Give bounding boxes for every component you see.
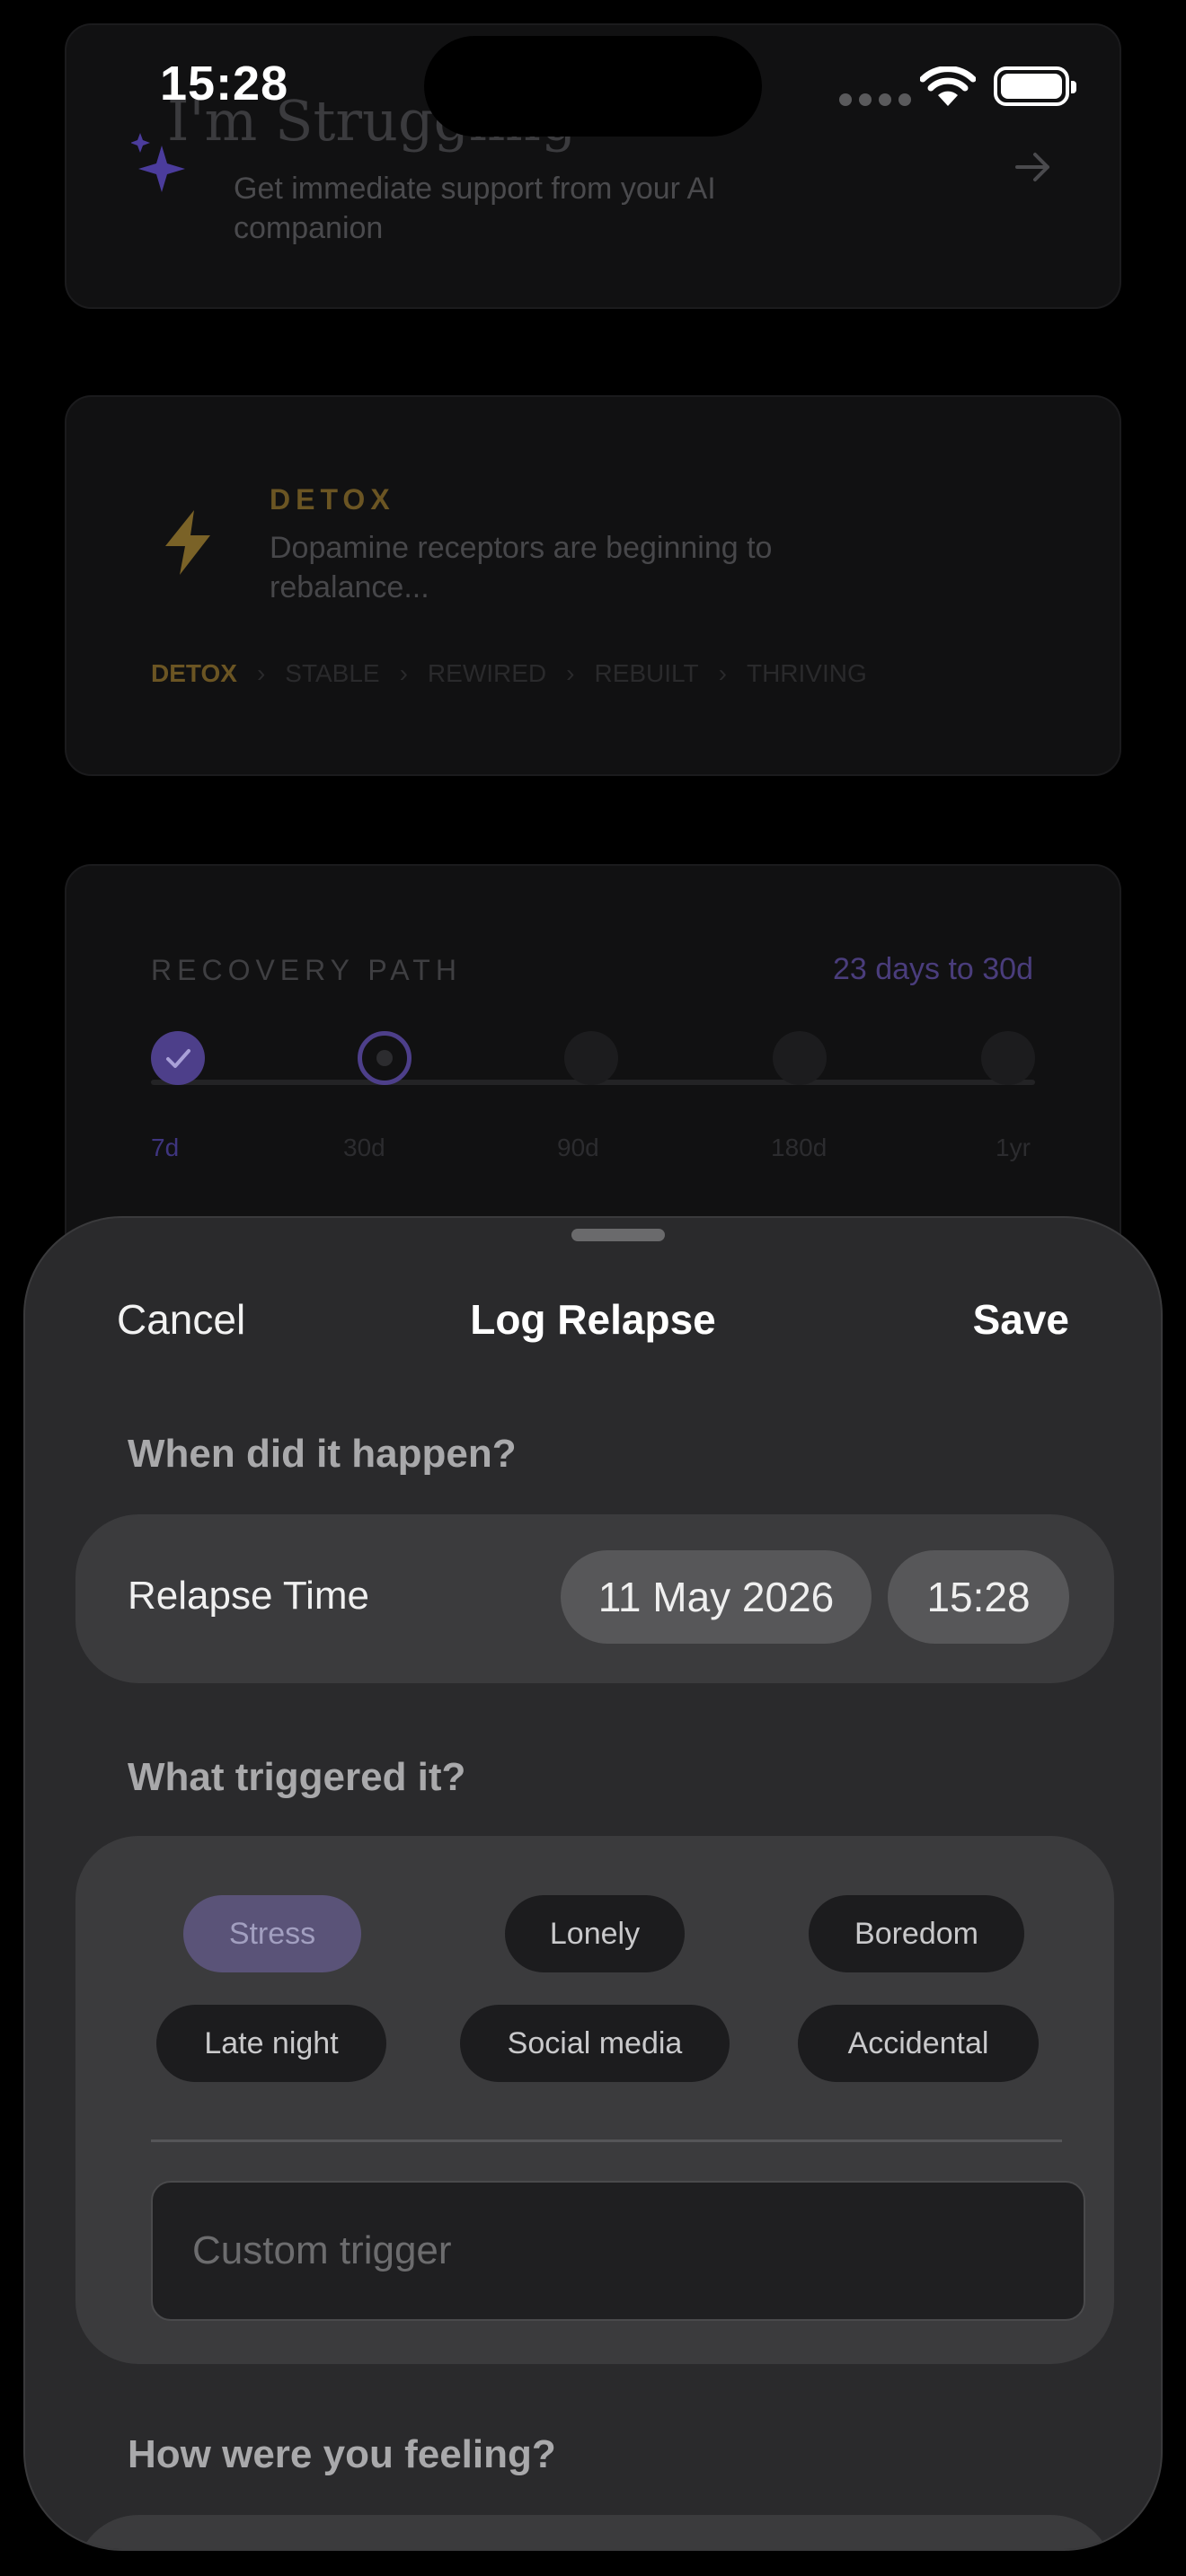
chevron-right-icon: › <box>566 659 575 687</box>
cancel-button[interactable]: Cancel <box>117 1295 245 1344</box>
save-button[interactable]: Save <box>973 1295 1069 1344</box>
checkmark-icon <box>166 1049 190 1068</box>
phase-label: DETOX <box>270 483 395 516</box>
milestone-label: 180d <box>771 1134 828 1161</box>
support-card-subtitle: Get immediate support from your AI compa… <box>234 172 716 245</box>
trigger-chip-stress[interactable]: Stress <box>183 1895 361 1972</box>
log-relapse-sheet: Log Relapse Cancel Save When did it happ… <box>23 1216 1163 2551</box>
feeling-section-label: How were you feeling? <box>128 2432 556 2476</box>
milestone-label: 1yr <box>996 1134 1031 1161</box>
feeling-panel <box>75 2515 1114 2549</box>
chevron-right-icon: › <box>718 659 727 687</box>
milestone-node-30d <box>358 1031 412 1085</box>
phase-description: Dopamine receptors are beginning to reba… <box>270 531 773 604</box>
sheet-header: Log Relapse Cancel Save <box>25 1295 1161 1367</box>
relapse-time-label: Relapse Time <box>128 1574 370 1618</box>
date-picker-button[interactable]: 11 May 2026 <box>561 1550 872 1644</box>
stage-stable: STABLE <box>285 659 380 687</box>
milestone-label: 30d <box>343 1134 385 1161</box>
lightning-bolt-icon <box>165 510 210 575</box>
stage-rebuilt: REBUILT <box>594 659 699 687</box>
stage-rewired: REWIRED <box>427 659 547 687</box>
dynamic-island <box>424 36 762 137</box>
trigger-chip-social-media[interactable]: Social media <box>460 2005 730 2082</box>
milestone-label: 7d <box>151 1134 180 1161</box>
milestone-node-180d <box>773 1031 827 1085</box>
milestone-label: 90d <box>557 1134 599 1161</box>
status-bar-time: 15:28 <box>160 57 289 110</box>
chevron-right-icon: › <box>256 659 266 687</box>
milestone-node-1yr <box>981 1031 1035 1085</box>
trigger-panel: Stress Lonely Boredom Late night Social … <box>75 1836 1114 2364</box>
cellular-signal-icon <box>839 93 911 106</box>
custom-trigger-input[interactable] <box>151 2181 1085 2321</box>
when-section-label: When did it happen? <box>128 1432 517 1476</box>
trigger-section-label: What triggered it? <box>128 1755 466 1799</box>
phase-stages: DETOX › STABLE › REWIRED › REBUILT › THR… <box>151 659 867 688</box>
stage-detox: DETOX <box>151 659 237 687</box>
recovery-path-days-remaining: 23 days to 30d <box>832 952 1033 986</box>
milestone-node-90d <box>564 1031 618 1085</box>
battery-icon <box>994 66 1076 106</box>
milestone-node-7d <box>151 1031 205 1085</box>
trigger-chip-late-night[interactable]: Late night <box>156 2005 386 2082</box>
arrow-right-icon <box>1015 153 1049 181</box>
relapse-time-panel: Relapse Time 11 May 2026 15:28 <box>75 1514 1114 1683</box>
time-picker-button[interactable]: 15:28 <box>888 1550 1069 1644</box>
trigger-chip-boredom[interactable]: Boredom <box>809 1895 1024 1972</box>
sheet-grabber[interactable] <box>571 1229 665 1241</box>
recovery-path-label: RECOVERY PATH <box>151 954 462 986</box>
trigger-chip-accidental[interactable]: Accidental <box>798 2005 1039 2082</box>
stage-thriving: THRIVING <box>746 659 867 687</box>
trigger-divider <box>151 2139 1062 2142</box>
chevron-right-icon: › <box>399 659 408 687</box>
wifi-icon <box>920 66 976 106</box>
sparkle-icon <box>131 133 185 192</box>
trigger-chip-lonely[interactable]: Lonely <box>505 1895 685 1972</box>
